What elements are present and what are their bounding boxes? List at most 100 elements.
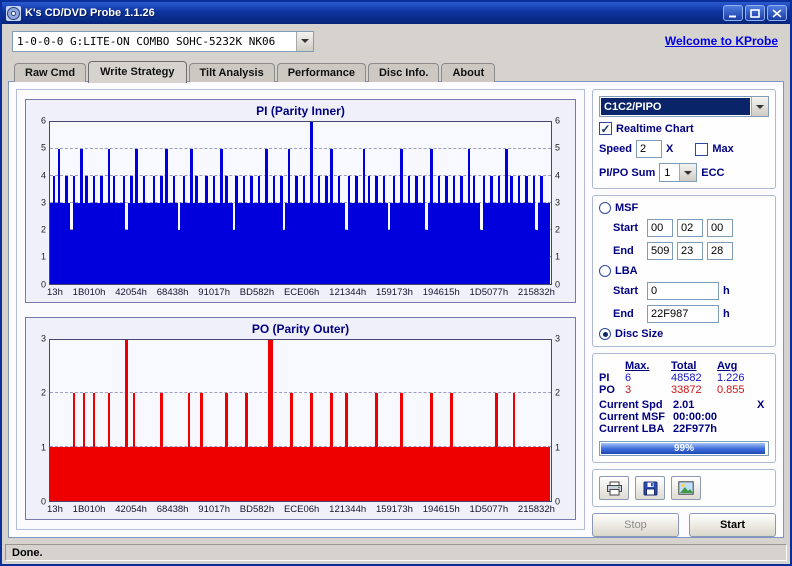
y-tick-label: 4: [555, 170, 561, 180]
maximize-icon: [750, 8, 760, 18]
progress-bar: 99%: [599, 441, 769, 456]
tab-bar: Raw Cmd Write Strategy Tilt Analysis Perfor…: [2, 58, 790, 83]
current-row: Current Spd 2.01 X: [599, 399, 769, 411]
msf-start-input-0[interactable]: [647, 219, 673, 237]
lba-end-unit: h: [723, 308, 730, 320]
lba-start-unit: h: [723, 285, 730, 297]
stats-group: Max. Total Avg PI 6 48582 1.226 PO 3 33872 0.855 C…: [592, 353, 776, 463]
titlebar[interactable]: K's CD/DVD Probe 1.1.26: [2, 2, 790, 24]
radio-icon: [599, 328, 611, 340]
max-checkbox[interactable]: ✓: [695, 142, 709, 156]
control-panel: C1C2/PIPO ✓ Realtime Chart Speed X ✓ Max…: [592, 89, 776, 537]
current-label: Current Spd: [599, 399, 663, 411]
maximize-button[interactable]: [745, 5, 765, 21]
pi-chart-title: PI (Parity Inner): [256, 104, 345, 118]
stats-row: PI 6 48582 1.226: [599, 372, 769, 384]
current-label: Current MSF: [599, 411, 665, 423]
chevron-down-icon[interactable]: [296, 31, 313, 51]
minimize-button[interactable]: [723, 5, 743, 21]
y-tick-label: 1: [555, 442, 561, 452]
stats-value: 48582: [671, 372, 702, 384]
y-tick-label: 0: [555, 496, 561, 507]
po-chart-title: PO (Parity Outer): [251, 321, 350, 336]
current-value: 2.01: [673, 399, 695, 411]
pipo-sum-label: PI/PO Sum: [599, 166, 656, 179]
current-row: Current MSF 00:00:00: [599, 411, 769, 423]
header-row: 1-0-0-0 G:LITE-ON COMBO SOHC-5232K NK06 …: [2, 24, 790, 58]
y-tick-label: 3: [555, 333, 561, 343]
y-tick-label: 2: [555, 224, 561, 235]
stats-table: Max. Total Avg PI 6 48582 1.226 PO 3 33872 0.855: [599, 360, 769, 396]
lba-label: LBA: [615, 265, 638, 277]
x-tick-label: 215832h: [517, 286, 555, 298]
po-plot-area: [49, 338, 552, 502]
x-tick-label: 1D5077h: [469, 286, 509, 298]
stats-value: 1.226: [717, 372, 745, 384]
chevron-down-icon[interactable]: [679, 164, 697, 181]
close-button[interactable]: [767, 5, 787, 21]
stats-header-row: Max. Total Avg: [599, 360, 769, 372]
x-tick-label: 121344h: [329, 504, 367, 515]
tab-about[interactable]: About: [441, 63, 496, 82]
pi-x-axis: 13h 1B010h 42054h 68438h 91017h BD582h ECE06h 1…: [47, 287, 555, 298]
mode-select[interactable]: C1C2/PIPO: [599, 96, 769, 117]
pi-y-axis-right: 0 1 2 3 4 5 6: [552, 116, 567, 289]
tab-tilt-analysis[interactable]: Tilt Analysis: [188, 63, 275, 82]
status-bar: Done.: [2, 542, 790, 564]
po-y-axis-left: 0 1 2 3: [34, 334, 49, 507]
speed-unit-label: X: [666, 143, 674, 155]
welcome-link[interactable]: Welcome to KProbe: [665, 34, 778, 48]
msf-end-input-0[interactable]: [647, 242, 673, 260]
msf-end-label: End: [613, 245, 634, 257]
current-suffix: X: [757, 399, 765, 411]
lba-radio[interactable]: LBA: [599, 265, 769, 277]
y-tick-label: 6: [40, 115, 46, 126]
mode-select-value: C1C2/PIPO: [601, 98, 750, 115]
lba-start-label: Start: [613, 285, 639, 297]
bar: [547, 447, 550, 501]
x-tick-label: ECE06h: [283, 504, 320, 515]
start-button[interactable]: Start: [689, 513, 776, 537]
msf-end-input-2[interactable]: [707, 242, 733, 260]
realtime-checkbox[interactable]: ✓: [599, 122, 612, 135]
x-tick-label: 159173h: [375, 286, 413, 298]
msf-start-input-2[interactable]: [707, 219, 733, 237]
pi-chart: PI (Parity Inner) 0 1 2 3 4 5 6 0 1 2 3 4 5 6 13h 1B0…: [25, 99, 576, 303]
y-tick-label: 0: [555, 279, 561, 289]
y-tick-label: 1: [40, 251, 46, 262]
msf-start-input-1[interactable]: [677, 219, 703, 237]
current-value: 22F977h: [673, 423, 718, 435]
y-tick-label: 2: [555, 387, 561, 398]
lba-end-input[interactable]: [647, 305, 719, 323]
tab-write-strategy[interactable]: Write Strategy: [88, 61, 187, 83]
drive-select[interactable]: 1-0-0-0 G:LITE-ON COMBO SOHC-5232K NK06: [12, 30, 314, 52]
msf-end-input-1[interactable]: [677, 242, 703, 260]
current-label: Current LBA: [599, 423, 665, 435]
x-tick-label: 215832h: [517, 504, 555, 515]
tab-page: PI (Parity Inner) 0123456 0123456 13h 1B0…: [8, 81, 784, 538]
y-tick-label: 0: [40, 496, 46, 507]
chevron-down-icon[interactable]: [751, 97, 768, 116]
print-button[interactable]: [599, 476, 629, 500]
stats-value: 0.855: [717, 384, 745, 396]
stats-header-cell: Max.: [625, 360, 650, 372]
tab-disc-info[interactable]: Disc Info.: [367, 63, 440, 82]
lba-start-input[interactable]: [647, 282, 719, 300]
msf-radio[interactable]: MSF: [599, 202, 769, 214]
tab-performance[interactable]: Performance: [276, 63, 366, 82]
bars: [50, 122, 551, 284]
close-icon: [772, 8, 782, 18]
po-x-axis: 13h 1B010h 42054h 68438h 91017h BD582h ECE06h 1…: [47, 504, 555, 515]
export-image-button[interactable]: [671, 476, 701, 500]
pipo-sum-select[interactable]: 1: [659, 163, 698, 182]
tab-raw-cmd[interactable]: Raw Cmd: [14, 63, 87, 82]
disc-size-radio[interactable]: Disc Size: [599, 328, 769, 340]
speed-input[interactable]: [636, 140, 663, 158]
x-tick-label: 68438h: [156, 504, 189, 515]
stats-row-label: PO: [599, 384, 615, 396]
chart-panel: PI (Parity Inner) 0 1 2 3 4 5 6 0 1 2 3 4 5 6 13h 1B0…: [16, 89, 585, 530]
radio-icon: [599, 265, 611, 277]
save-button[interactable]: [635, 476, 665, 500]
window-controls: [723, 5, 787, 21]
stop-button[interactable]: Stop: [592, 513, 679, 537]
